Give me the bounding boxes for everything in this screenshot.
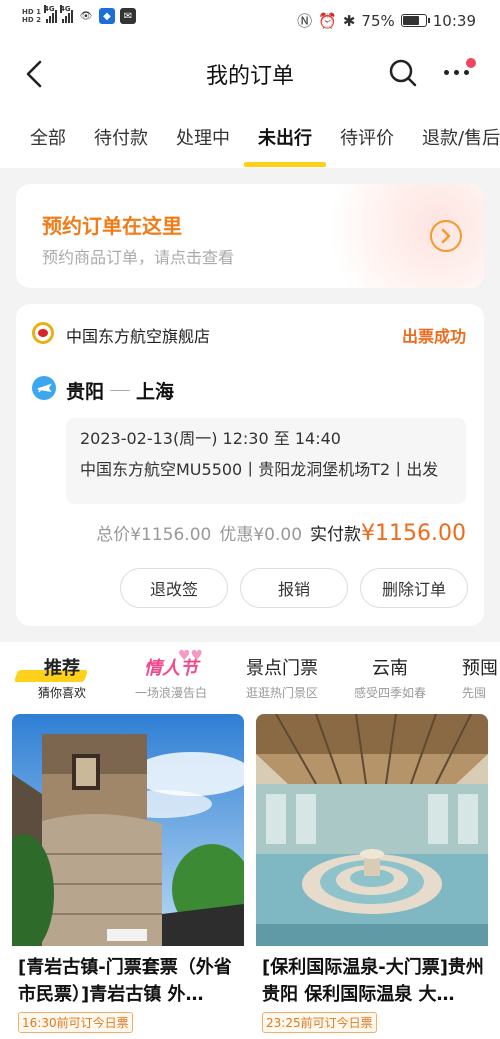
rec-tab-yunnan[interactable]: 云南 感受四季如春 [350, 654, 430, 701]
discount: 优惠¥0.00 [219, 525, 303, 545]
tab-processing[interactable]: 处理中 [176, 124, 230, 150]
product-image-ancient-town[interactable] [12, 714, 244, 946]
search-icon [389, 59, 417, 87]
app-notification-icon: ◆ [98, 8, 115, 24]
rec-tab-recommended[interactable]: 推荐 猜你喜欢 [13, 654, 100, 701]
flight-detail: 2023-02-13(周一) 12:30 至 14:40 中国东方航空MU550… [66, 418, 466, 504]
reimburse-button[interactable]: 报销 [240, 568, 348, 608]
bar [61, 19, 64, 23]
product-image-hot-spring[interactable] [256, 714, 488, 946]
sim1-label: HD 1 [22, 8, 41, 16]
paid-amount: ¥1156.00 [361, 521, 466, 546]
more-button[interactable] [442, 58, 476, 88]
product-booking-tag: 23:25前可订今日票 [262, 1012, 377, 1033]
battery-percent: 75% [361, 11, 395, 30]
order-status: 出票成功 [401, 327, 466, 346]
rec-tab-valentine[interactable]: ♥♥ 情人节 一场浪漫告白 [128, 648, 214, 701]
tab-not-traveled[interactable]: 未出行 [258, 124, 312, 150]
bar [70, 10, 73, 23]
more-dots-icon [444, 70, 469, 75]
product-card[interactable]: [保利国际温泉-大门票]贵州贵阳 保利国际温泉 大… 23:25前可订今日票 [256, 714, 488, 1039]
tab-refund[interactable]: 退款/售后 [422, 124, 500, 150]
network-type-2: 4G [59, 5, 71, 13]
nfc-icon: Ⓝ [297, 12, 313, 30]
status-bar: HD 1 HD 2 4G 4G 👁 ◆ ✉ Ⓝ ⏰ ✱ 75% 10:39 [0, 0, 500, 40]
sim-indicators: HD 1 HD 2 [22, 8, 41, 24]
rec-tab-subtitle: 感受四季如春 [353, 686, 426, 700]
svg [12, 714, 244, 946]
paid-label: 实付款 [310, 525, 362, 545]
tab-to-review[interactable]: 待评价 [340, 124, 394, 150]
eye-icon: 👁 [79, 10, 93, 22]
rec-tab-title: 推荐 [44, 658, 80, 679]
total-price: 总价¥1156.00 [96, 525, 212, 545]
notification-dot [466, 58, 476, 68]
airline-logo-icon [32, 322, 54, 344]
bar [54, 10, 57, 23]
route-from: 贵阳 [66, 381, 105, 403]
dot [464, 70, 469, 75]
order-tabs: 全部 待付款 处理中 未出行 待评价 退款/售后 [0, 108, 500, 168]
shop-name[interactable]: 中国东方航空旗舰店 [66, 323, 210, 347]
chevron-right-circle-icon[interactable] [430, 220, 462, 252]
nav-bar: 我的订单 [0, 40, 500, 108]
bar [48, 16, 51, 23]
rec-tab-title: 云南 [372, 658, 408, 679]
active-tab-indicator [244, 162, 326, 167]
alarm-icon: ⏰ [318, 11, 337, 30]
bluetooth-icon: ✱ [342, 11, 356, 30]
rec-tab-presale[interactable]: 预囤 先囤 [462, 654, 500, 701]
rec-tab-subtitle: 一场浪漫告白 [134, 686, 207, 700]
rec-tab-title: 预囤 [462, 658, 498, 679]
flight-route: 贵阳 上海 [66, 377, 174, 404]
battery-fill [402, 16, 419, 25]
change-refund-button[interactable]: 退改签 [120, 568, 228, 608]
dot [444, 70, 449, 75]
svg [441, 228, 451, 244]
status-right: Ⓝ ⏰ ✱ 75% 10:39 [297, 10, 476, 31]
price-row: 总价¥1156.00 优惠¥0.00 实付款 ¥1156.00 [96, 520, 466, 546]
signal-2-icon: 4G [59, 5, 73, 23]
bar [51, 13, 54, 23]
rec-tab-subtitle: 猜你喜欢 [37, 686, 86, 700]
plane-icon [32, 376, 56, 400]
battery-icon [400, 14, 430, 27]
route-to: 上海 [136, 381, 175, 403]
network-type-1: 4G [43, 5, 55, 13]
bar [64, 16, 67, 23]
banner-subtitle: 预约商品订单，请点击查看 [42, 248, 235, 267]
tab-pending-payment[interactable]: 待付款 [94, 124, 148, 150]
delete-order-button[interactable]: 删除订单 [360, 568, 468, 608]
product-booking-tag: 16:30前可订今日票 [18, 1012, 133, 1033]
sim2-label: HD 2 [22, 16, 41, 24]
hearts-icon: ♥♥ [178, 648, 204, 664]
status-left: HD 1 HD 2 4G 4G 👁 ◆ ✉ [22, 5, 136, 24]
banner-title: 预约订单在这里 [42, 214, 182, 238]
product-title: [保利国际温泉-大门票]贵州贵阳 保利国际温泉 大… [262, 957, 484, 1005]
bar [45, 19, 48, 23]
tab-all[interactable]: 全部 [30, 124, 66, 150]
product-title: [青岩古镇-门票套票（外省市民票）]青岩古镇 外… [18, 957, 232, 1005]
recommendation-section: 推荐 猜你喜欢 ♥♥ 情人节 一场浪漫告白 景点门票 逛逛热门景区 云南 感受四… [0, 642, 500, 1039]
page-title: 我的订单 [205, 64, 294, 89]
search-button[interactable] [388, 58, 418, 88]
order-card[interactable]: 中国东方航空旗舰店 出票成功 贵阳 上海 2023-02-13(周一) 12:3… [16, 304, 484, 626]
svg [256, 714, 488, 946]
rec-tab-title: 景点门票 [246, 658, 318, 679]
rec-tab-subtitle: 逛逛热门景区 [245, 686, 318, 700]
message-notification-icon: ✉ [119, 8, 136, 24]
rec-tab-subtitle: 先囤 [462, 686, 487, 700]
rec-tab-attractions[interactable]: 景点门票 逛逛热门景区 [240, 654, 324, 701]
clock: 10:39 [432, 11, 476, 30]
route-divider [110, 390, 131, 391]
signal-1-icon: 4G [43, 5, 57, 23]
bar [67, 13, 70, 23]
flight-info: 中国东方航空MU5500丨贵阳龙洞堡机场T2丨出发 [80, 460, 439, 479]
booking-orders-banner[interactable]: 预约订单在这里 预约商品订单，请点击查看 [16, 184, 484, 288]
product-card[interactable]: [青岩古镇-门票套票（外省市民票）]青岩古镇 外… 16:30前可订今日票 [12, 714, 244, 1039]
dot [454, 70, 459, 75]
svg [37, 383, 52, 393]
flight-datetime: 2023-02-13(周一) 12:30 至 14:40 [80, 429, 341, 448]
